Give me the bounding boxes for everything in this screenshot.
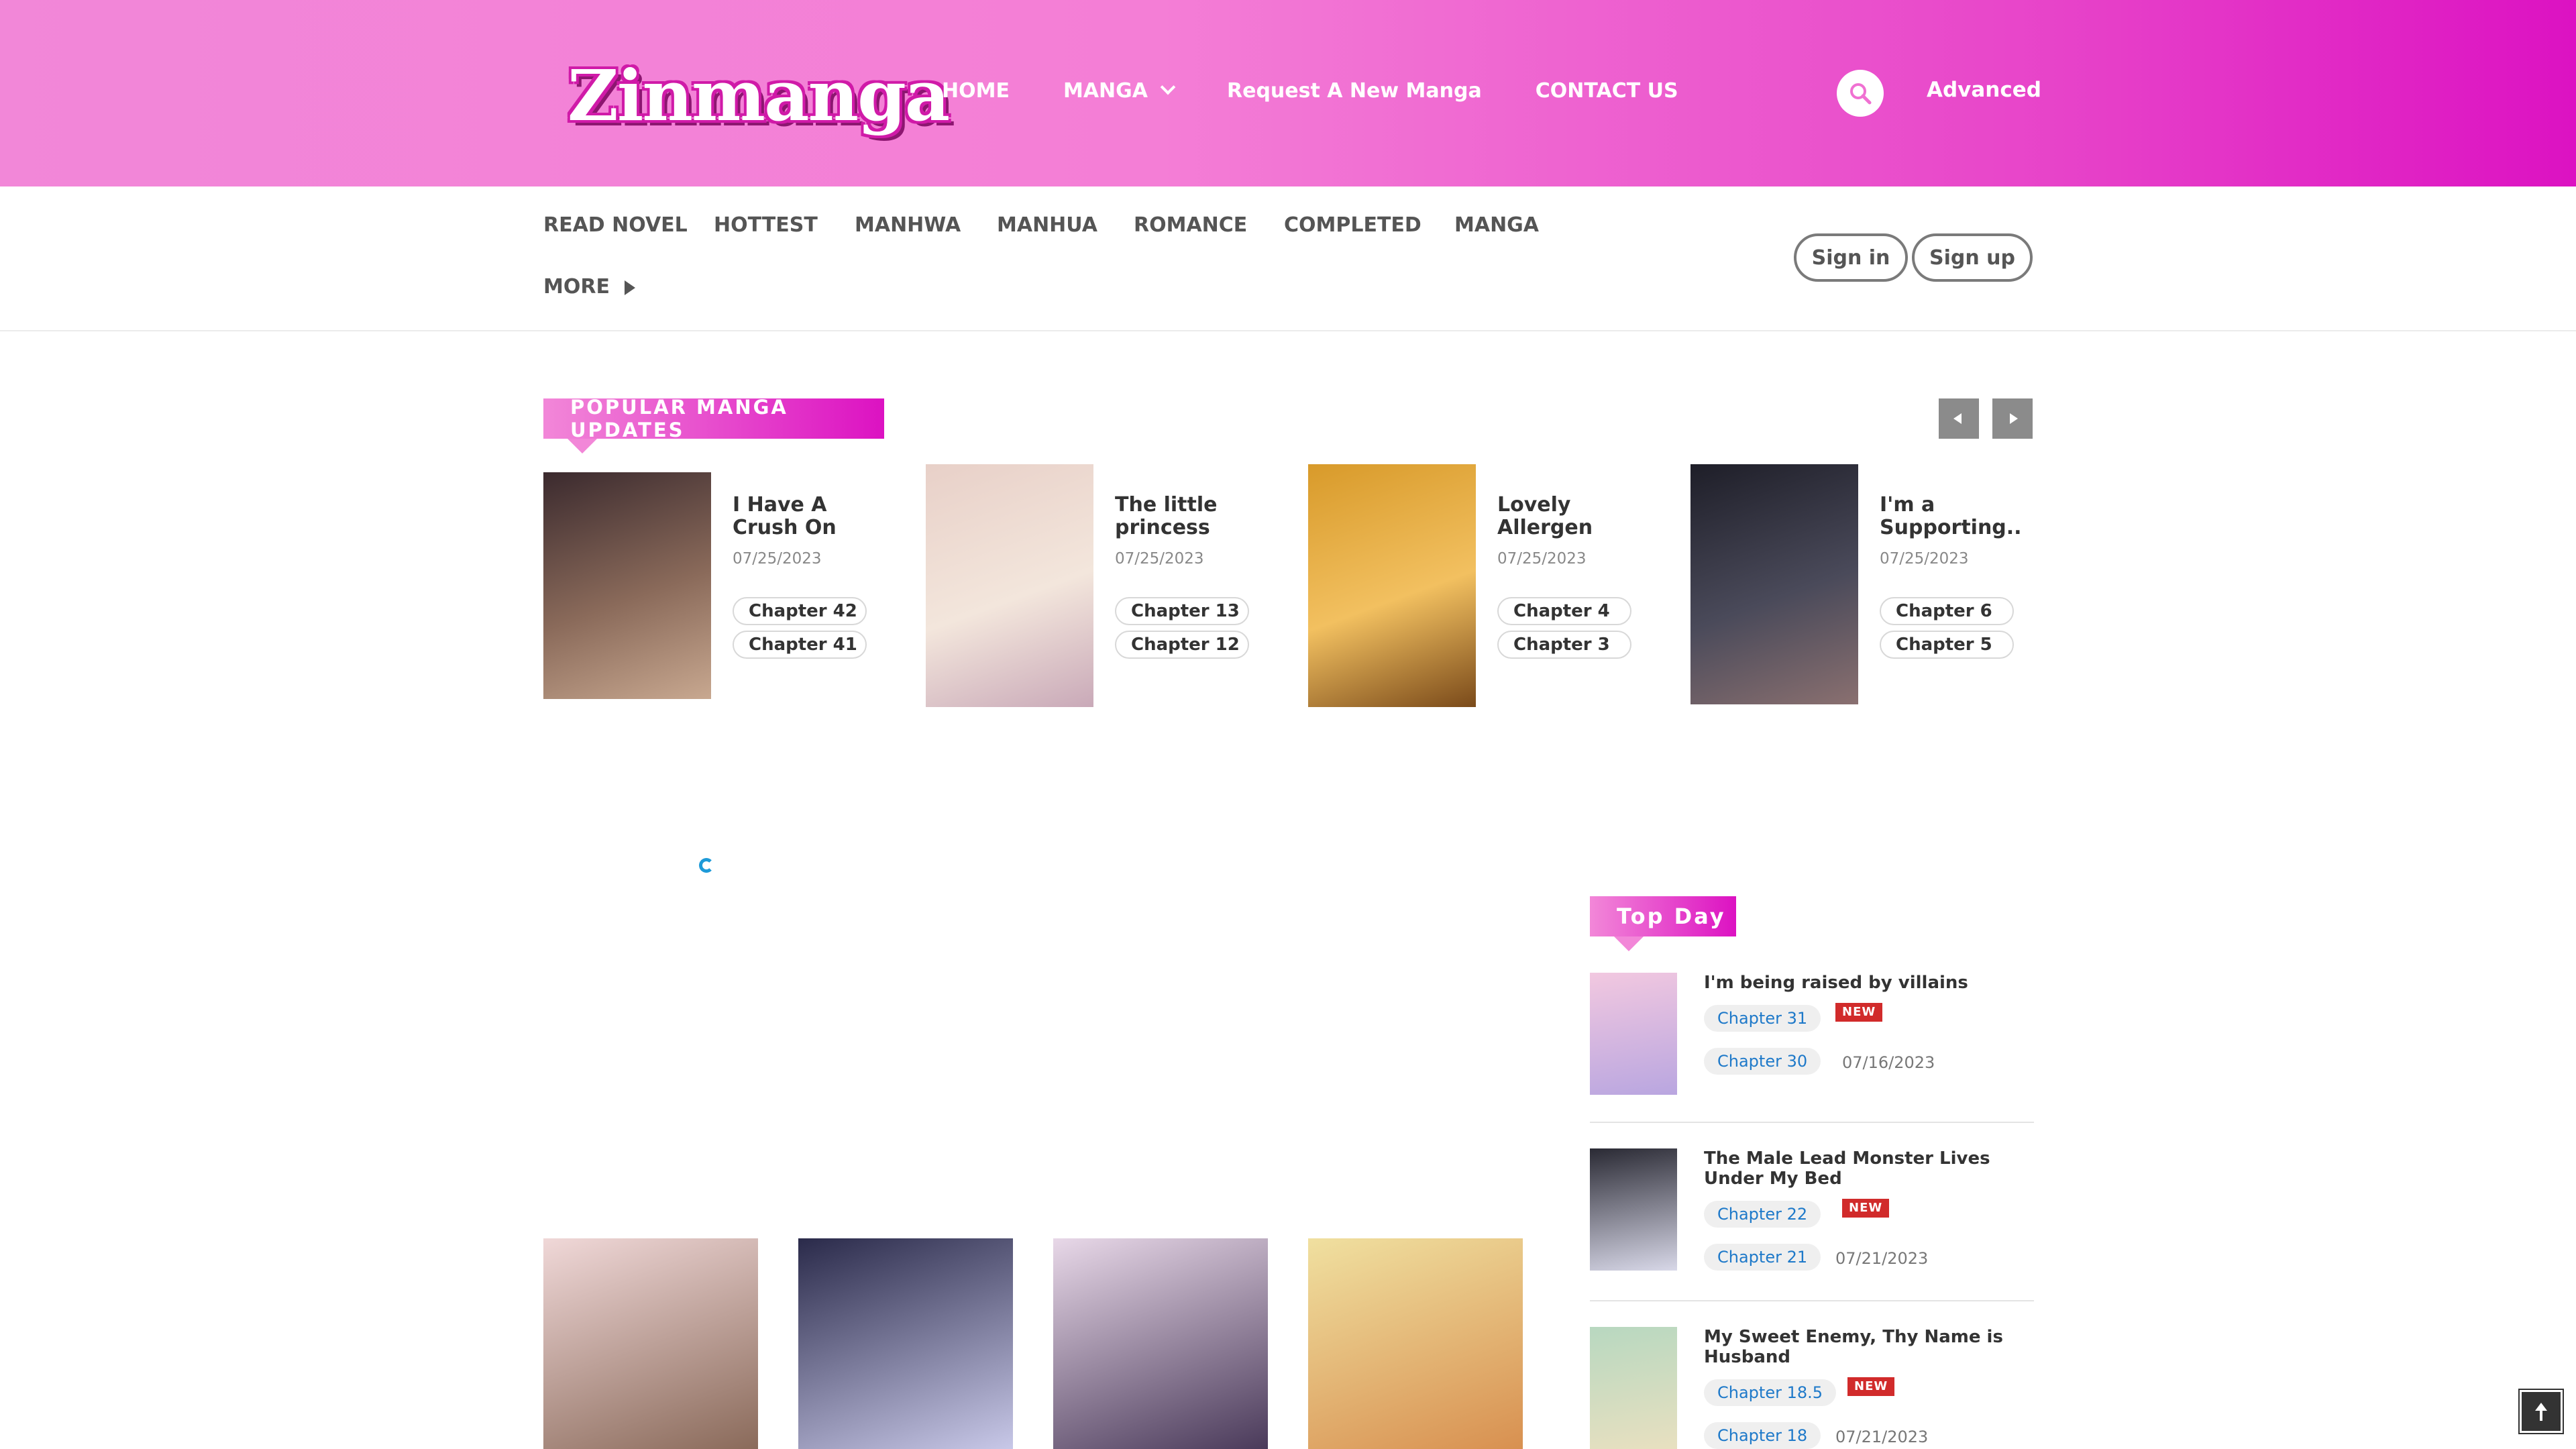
popular-updates-heading: POPULAR MANGA UPDATES [543, 396, 884, 453]
new-badge: NEW [1842, 1199, 1890, 1218]
caret-right-icon [624, 280, 635, 295]
manga-cover-image[interactable] [1590, 973, 1677, 1095]
top-day-item: The Male Lead Monster Lives Under My Bed… [1590, 1148, 2034, 1276]
manga-cover-image[interactable] [1308, 1238, 1523, 1449]
loading-spinner-icon [699, 858, 714, 873]
chapter-link[interactable]: Chapter 5 [1880, 631, 2014, 659]
manga-title[interactable]: I'm being raised by villains [1704, 973, 2033, 993]
manga-cover-image[interactable] [543, 472, 711, 699]
heading-notch [568, 439, 597, 453]
manga-title[interactable]: The little princess [1115, 494, 1256, 539]
update-date: 07/21/2023 [1835, 1249, 1929, 1268]
sign-in-button[interactable]: Sign in [1794, 233, 1908, 282]
chevron-down-icon [1160, 79, 1176, 95]
heading-notch [1614, 936, 1644, 951]
manga-title[interactable]: The Male Lead Monster Lives Under My Bed [1704, 1148, 2033, 1189]
arrow-up-icon-stem [2540, 1410, 2542, 1421]
back-to-top-button[interactable] [2518, 1389, 2564, 1434]
new-badge: NEW [1847, 1377, 1895, 1396]
nav-home[interactable]: HOME [942, 79, 1010, 103]
popular-card[interactable]: Lovely Allergen 07/25/2023 Chapter 4 Cha… [1308, 464, 1644, 712]
chapter-link[interactable]: Chapter 22 [1704, 1201, 1821, 1228]
update-date: 07/21/2023 [1835, 1428, 1929, 1446]
top-day-item: I'm being raised by villains Chapter 31 … [1590, 973, 2034, 1100]
slider-prev-button[interactable] [1939, 398, 1979, 439]
manga-title[interactable]: Lovely Allergen [1497, 494, 1638, 539]
manga-cover-image[interactable] [543, 1238, 758, 1449]
chapter-link[interactable]: Chapter 30 [1704, 1048, 1821, 1075]
popular-card[interactable]: The little princess 07/25/2023 Chapter 1… [926, 464, 1261, 712]
chapter-link[interactable]: Chapter 18 [1704, 1422, 1821, 1449]
sign-up-button[interactable]: Sign up [1912, 233, 2033, 282]
nav-manga[interactable]: MANGA [1063, 78, 1176, 103]
slider-next-button[interactable] [1992, 398, 2033, 439]
subnav-romance[interactable]: ROMANCE [1134, 213, 1247, 237]
divider [1590, 1300, 2034, 1301]
site-logo[interactable]: Zinmanga [568, 52, 950, 140]
top-day-title: Top Day [1617, 904, 1726, 929]
update-date: 07/25/2023 [1497, 550, 1587, 568]
chapter-link[interactable]: Chapter 42 [733, 597, 867, 625]
manga-title[interactable]: My Sweet Enemy, Thy Name is Husband [1704, 1327, 2033, 1367]
logo-text: Zinmanga [568, 54, 950, 137]
site-header: Zinmanga HOME MANGA Request A New Manga … [0, 0, 2576, 186]
subnav-read-novel[interactable]: READ NOVEL [543, 213, 688, 237]
manga-cover-image[interactable] [1590, 1327, 1677, 1449]
search-icon [1850, 83, 1872, 105]
manga-cover-image[interactable] [926, 464, 1093, 707]
manga-cover-image[interactable] [1590, 1148, 1677, 1271]
update-date: 07/25/2023 [1115, 550, 1204, 568]
update-date: 07/25/2023 [733, 550, 822, 568]
manga-title[interactable]: I Have A Crush On A... [733, 494, 873, 539]
manga-cover-image[interactable] [1690, 464, 1858, 704]
main-nav: HOME MANGA Request A New Manga CONTACT U… [942, 74, 1732, 107]
category-nav: READ NOVEL HOTTEST MANHWA MANHUA ROMANCE… [0, 186, 2576, 331]
subnav-more[interactable]: MORE [543, 275, 635, 299]
caret-left-icon [1953, 413, 1962, 424]
advanced-search-link[interactable]: Advanced [1927, 78, 2041, 102]
top-day-heading: Top Day [1590, 896, 1736, 951]
chapter-link[interactable]: Chapter 21 [1704, 1244, 1821, 1271]
nav-contact-us[interactable]: CONTACT US [1536, 79, 1678, 103]
popular-updates-title: POPULAR MANGA UPDATES [570, 396, 788, 441]
subnav-completed[interactable]: COMPLETED [1284, 213, 1421, 237]
new-badge: NEW [1835, 1003, 1883, 1022]
chapter-link[interactable]: Chapter 4 [1497, 597, 1631, 625]
subnav-manhwa[interactable]: MANHWA [855, 213, 961, 237]
chapter-link[interactable]: Chapter 6 [1880, 597, 2014, 625]
caret-right-icon [2010, 413, 2018, 424]
chapter-link[interactable]: Chapter 3 [1497, 631, 1631, 659]
popular-card[interactable]: I Have A Crush On A... 07/25/2023 Chapte… [543, 464, 879, 712]
chapter-link[interactable]: Chapter 12 [1115, 631, 1249, 659]
manga-cover-image[interactable] [1053, 1238, 1268, 1449]
update-date: 07/16/2023 [1842, 1053, 1935, 1072]
search-button[interactable] [1837, 70, 1884, 117]
subnav-manhua[interactable]: MANHUA [997, 213, 1097, 237]
update-date: 07/25/2023 [1880, 550, 1969, 568]
subnav-hottest[interactable]: HOTTEST [714, 213, 818, 237]
manga-cover-image[interactable] [798, 1238, 1013, 1449]
chapter-link[interactable]: Chapter 13 [1115, 597, 1249, 625]
nav-request-manga[interactable]: Request A New Manga [1227, 79, 1482, 103]
chapter-link[interactable]: Chapter 41 [733, 631, 867, 659]
manga-title[interactable]: I'm a Supporting... [1880, 494, 2021, 539]
chapter-link[interactable]: Chapter 18.5 [1704, 1379, 1837, 1406]
popular-card[interactable]: I'm a Supporting... 07/25/2023 Chapter 6… [1690, 464, 2026, 712]
chapter-link[interactable]: Chapter 31 [1704, 1005, 1821, 1032]
manga-cover-image[interactable] [1308, 464, 1476, 707]
top-day-item: My Sweet Enemy, Thy Name is Husband Chap… [1590, 1327, 2034, 1449]
subnav-manga[interactable]: MANGA [1454, 213, 1539, 237]
nav-manga-label: MANGA [1063, 78, 1148, 103]
divider [1590, 1122, 2034, 1123]
subnav-more-label: MORE [543, 275, 610, 299]
